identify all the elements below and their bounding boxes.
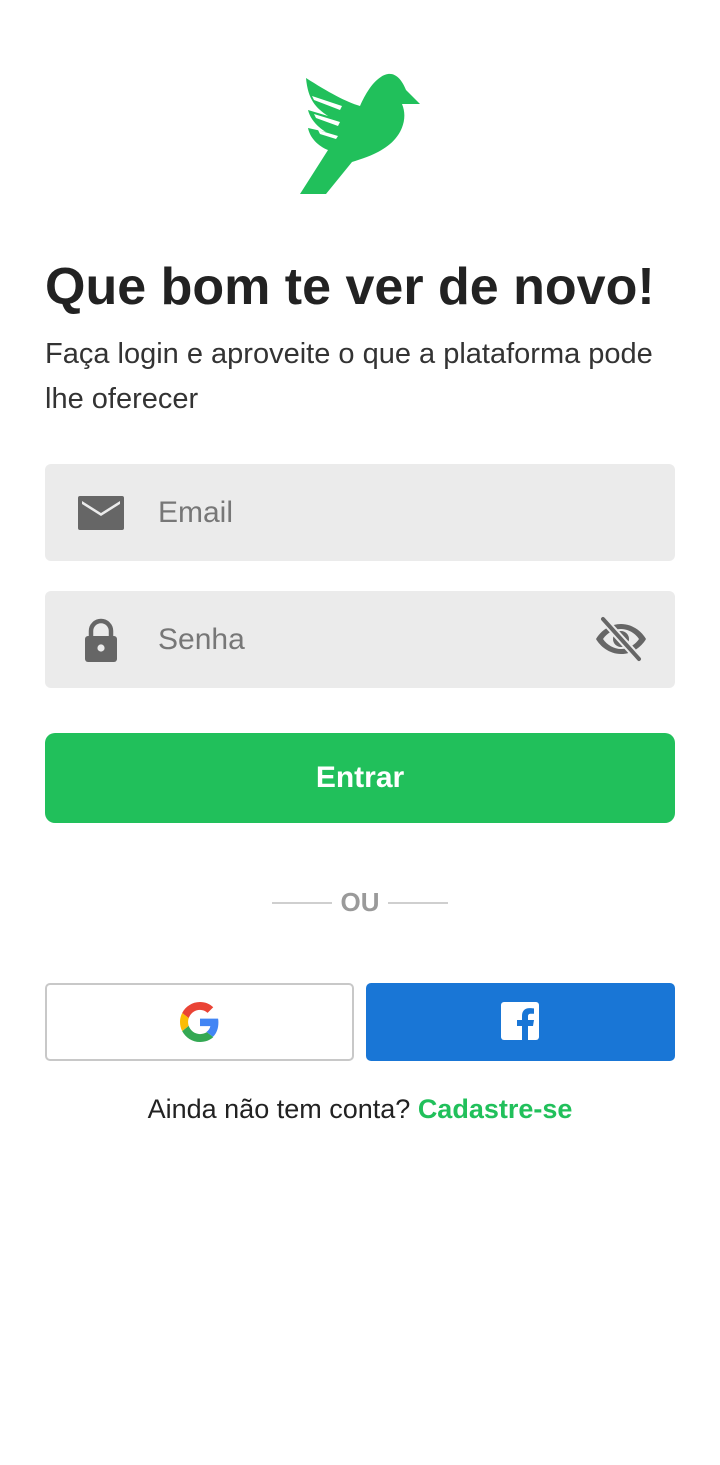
signup-prompt: Ainda não tem conta? Cadastre-se [0, 1094, 720, 1125]
password-input[interactable] [158, 591, 578, 688]
or-divider: OU [272, 884, 448, 924]
signup-prompt-text: Ainda não tem conta? [147, 1094, 411, 1124]
bird-logo-icon [300, 73, 420, 194]
signup-link[interactable]: Cadastre-se [418, 1094, 573, 1124]
google-icon [179, 1002, 218, 1042]
divider-line-right [388, 902, 448, 904]
password-field[interactable] [45, 591, 675, 688]
page-subtitle: Faça login e aproveite o que a plataform… [45, 338, 653, 415]
page-title: Que bom te ver de novo! [45, 258, 655, 316]
eye-off-icon[interactable] [595, 615, 647, 663]
facebook-icon [500, 1002, 539, 1040]
envelope-icon [78, 496, 124, 530]
facebook-login-button[interactable] [366, 983, 675, 1061]
divider-line-left [272, 902, 332, 904]
lock-icon [85, 618, 117, 662]
login-button[interactable]: Entrar [45, 733, 675, 823]
email-field[interactable] [45, 464, 675, 561]
email-input[interactable] [158, 464, 578, 561]
google-login-button[interactable] [45, 983, 354, 1061]
divider-label: OU [340, 887, 380, 917]
